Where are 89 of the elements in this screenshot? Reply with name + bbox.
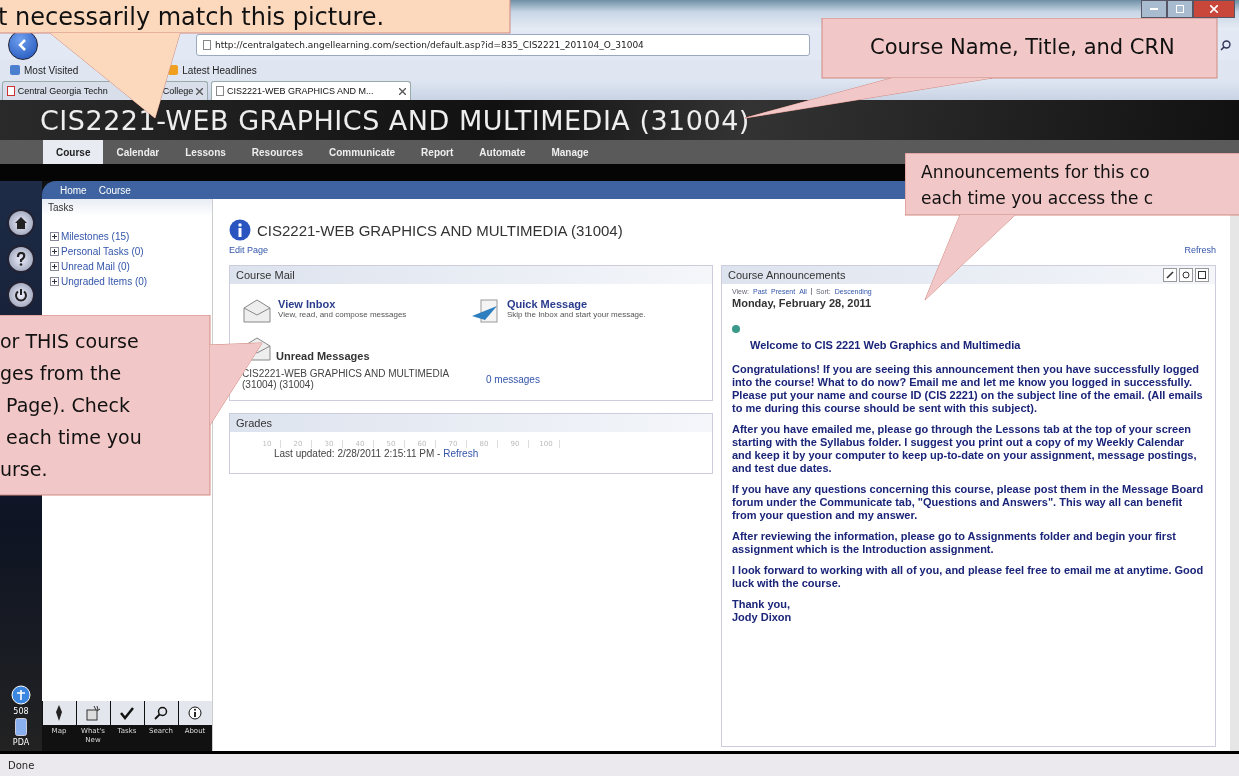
- toolbar-button[interactable]: [178, 701, 212, 725]
- mail-action-link[interactable]: Quick Message: [507, 298, 646, 310]
- window-icon[interactable]: [1195, 268, 1209, 282]
- nav-tab[interactable]: Lessons: [172, 140, 239, 164]
- nav-tab[interactable]: Communicate: [315, 140, 409, 164]
- announcement-signoff: Jody Dixon: [732, 611, 793, 624]
- minimize-button[interactable]: [1141, 0, 1167, 18]
- announcement-paragraph: If you have any questions concerning this course, please post them in the Message Board forum under the Communicate tab, "Questions and Answers". This way all can benefit from your question and my answer.: [732, 483, 1205, 522]
- pencil-icon[interactable]: [1163, 268, 1177, 282]
- toolbar-button[interactable]: [144, 701, 178, 725]
- accessibility-icon[interactable]: [11, 685, 31, 705]
- page-icon: [216, 86, 224, 96]
- minimize-icon: [1150, 8, 1158, 10]
- envelope-icon: [242, 298, 272, 324]
- panel-title: Course Mail: [230, 266, 712, 284]
- nav-tab[interactable]: Course: [43, 140, 104, 164]
- nav-tab[interactable]: Report: [408, 140, 467, 164]
- address-field[interactable]: http://centralgatech.angellearning.com/section/default.asp?id=835_CIS2221_201104_O_31004: [196, 34, 810, 56]
- announcement-paragraph: After reviewing the information, please go to Assignments folder and begin your first assignment which is the Introduction assignment.: [732, 530, 1177, 556]
- breadcrumb-link[interactable]: Course: [98, 184, 131, 196]
- home-button[interactable]: [7, 209, 35, 237]
- unread-messages-title: Unread Messages: [276, 350, 370, 362]
- task-item[interactable]: Ungraded Items (0): [42, 275, 212, 288]
- mail-action-description: Skip the Inbox and start your message.: [507, 310, 646, 319]
- announcement-paragraph: After you have emailed me, please go through the Lessons tab at the top of your screen starting with the Syllabus folder. I suggest you print out a copy of my Weekly Calendar and keep it by your computer to keep up-to-date on your assignment, message postings, and test due dates.: [732, 423, 1198, 475]
- toolbar-button[interactable]: [76, 701, 110, 725]
- maximize-button[interactable]: [1167, 0, 1193, 18]
- task-item[interactable]: Personal Tasks (0): [42, 245, 212, 258]
- panel-title: Course Announcements: [728, 269, 846, 281]
- callout-text: Course Name, Title, and CRN: [870, 34, 1175, 61]
- browser-tab[interactable]: CIS2221-WEB GRAPHICS AND M...: [211, 81, 411, 100]
- tasks-header: Tasks: [42, 199, 212, 216]
- search-icon[interactable]: [1220, 39, 1231, 51]
- callout-text: Announcements for this co each time you access the c: [921, 161, 1154, 210]
- nav-tab[interactable]: Resources: [238, 140, 316, 164]
- mail-action-description: View, read, and compose messages: [278, 310, 407, 319]
- power-button[interactable]: [7, 281, 35, 309]
- messages-count-link[interactable]: 0 messages: [472, 373, 700, 385]
- toolbar-button[interactable]: [42, 701, 76, 725]
- task-item[interactable]: Milestones (15): [42, 230, 212, 243]
- announcement-signoff: Thank you,: [732, 598, 792, 611]
- course-header-title: CIS2221-WEB GRAPHICS AND MULTIMEDIA (31004): [40, 104, 750, 136]
- status-text: Done: [8, 759, 35, 771]
- checkmark-icon: [120, 706, 134, 720]
- refresh-icon[interactable]: [1179, 268, 1193, 282]
- rail-label: 508: [13, 707, 29, 716]
- search-icon: [154, 706, 168, 720]
- paper-plane-icon: [471, 298, 501, 324]
- info-icon: [229, 219, 251, 241]
- refresh-link[interactable]: Refresh: [1184, 245, 1216, 255]
- announcement-paragraph: Congratulations! If you are seeing this announcement then you have successfully logged into the course! What to do now? Email me and let me know you logged in successfully. Please put your name and course ID (CIS 2221) on the subject line of the email. (All emails to me during this course should be sent with this subject).: [732, 363, 1204, 415]
- help-button[interactable]: [7, 245, 35, 273]
- nav-tab[interactable]: Calendar: [103, 140, 173, 164]
- maximize-icon: [1176, 5, 1184, 13]
- task-item[interactable]: Unread Mail (0): [42, 260, 212, 273]
- rail-label: PDA: [12, 738, 30, 747]
- page-icon: [203, 40, 211, 50]
- bookmark-link[interactable]: Most Visited: [10, 64, 79, 76]
- callout-text: or THIS course ges from the Page). Check each time you urse.: [0, 329, 142, 482]
- expand-icon[interactable]: [50, 232, 59, 241]
- mail-action-link[interactable]: View Inbox: [278, 298, 407, 310]
- last-updated-text: Last updated: 2/28/2011 2:15:11 PM - Refresh: [273, 448, 480, 461]
- close-button[interactable]: [1193, 0, 1235, 18]
- expand-icon[interactable]: [50, 247, 59, 256]
- announcement-heading: Welcome to CIS 2221 Web Graphics and Multimedia: [749, 339, 1022, 351]
- compass-icon: [53, 705, 65, 721]
- help-icon: [14, 252, 28, 266]
- nav-tab[interactable]: Manage: [538, 140, 602, 164]
- refresh-link[interactable]: Refresh: [443, 448, 479, 459]
- announcement-paragraph: I look forward to working with all of you, and please feel free to email me at anytime. Good luck with the course.: [732, 564, 1205, 590]
- page-icon: [7, 86, 15, 96]
- close-icon[interactable]: [196, 87, 203, 95]
- edit-page-link[interactable]: Edit Page: [229, 245, 269, 255]
- panel-title: Grades: [230, 414, 712, 432]
- expand-icon[interactable]: [50, 262, 59, 271]
- breadcrumb-link[interactable]: Home: [60, 184, 87, 196]
- page-title: CIS2221-WEB GRAPHICS AND MULTIMEDIA (31004): [257, 221, 623, 239]
- toolbar-button[interactable]: [110, 701, 144, 725]
- power-icon: [14, 288, 28, 302]
- expand-icon[interactable]: [50, 277, 59, 286]
- nav-tab[interactable]: Automate: [466, 140, 539, 164]
- close-icon[interactable]: [399, 87, 406, 95]
- close-icon: [1210, 5, 1218, 13]
- unread-course-name: CIS2221-WEB GRAPHICS AND MULTIMEDIA (31004) (31004): [242, 368, 450, 390]
- home-icon: [14, 216, 28, 230]
- info-icon: [188, 706, 202, 720]
- bookmark-icon: [10, 65, 20, 75]
- news-icon: [85, 705, 101, 721]
- announcement-date: Monday, February 28, 2011: [732, 297, 873, 309]
